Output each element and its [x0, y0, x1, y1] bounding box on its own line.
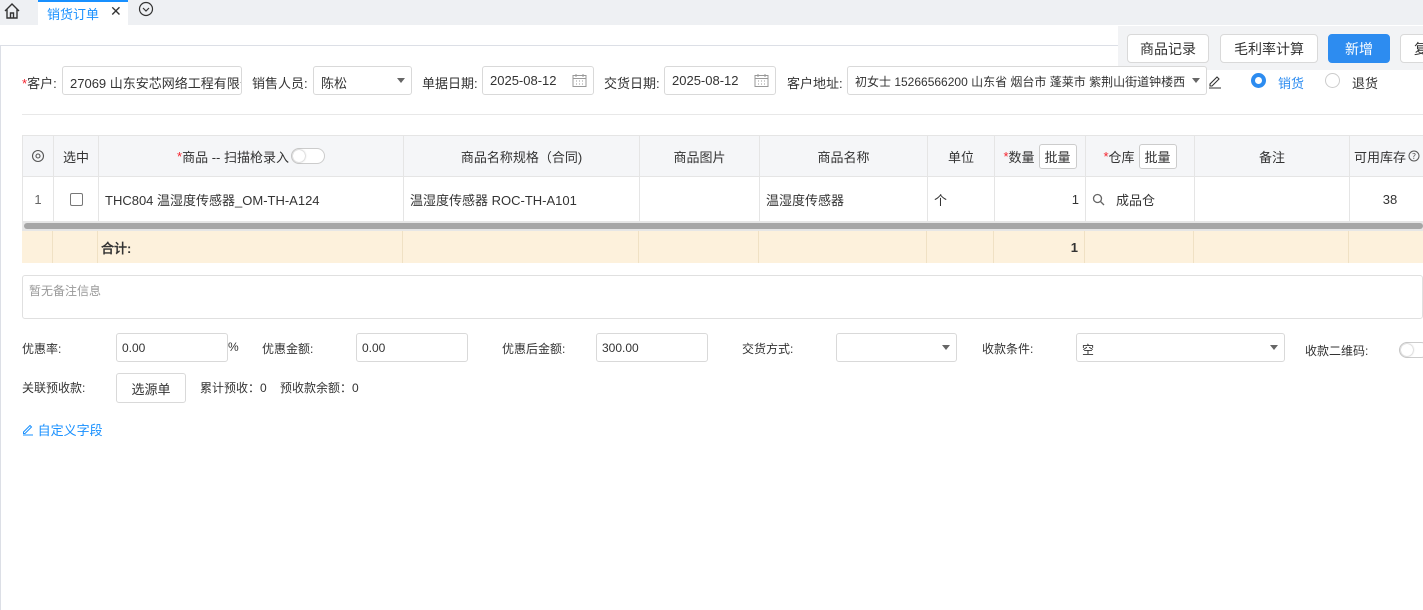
- delivery-method-label: 交货方式:: [742, 342, 794, 356]
- calendar-icon: [572, 74, 587, 87]
- discount-amount-input[interactable]: 0.00: [356, 333, 468, 362]
- prepay-label: 关联预收款:: [22, 381, 86, 395]
- discount-rate-input[interactable]: 0.00: [116, 333, 228, 362]
- margin-calc-button[interactable]: 毛利率计算: [1220, 34, 1318, 63]
- payment-terms-select[interactable]: 空: [1076, 333, 1285, 362]
- row-index: 1: [23, 177, 54, 221]
- chevron-down-icon: [1192, 78, 1200, 83]
- order-date-label: 单据日期:: [422, 76, 478, 91]
- header-qty: * 数量 批量: [995, 136, 1086, 176]
- custom-fields-link[interactable]: 自定义字段: [22, 420, 103, 439]
- table-header: 选中 * 商品 -- 扫描枪录入 商品名称规格（合同) 商品图片 商品名称 单位 …: [22, 135, 1423, 177]
- percent-label: %: [228, 340, 239, 354]
- row-remark[interactable]: [1195, 177, 1350, 221]
- payment-terms-label: 收款条件:: [982, 342, 1034, 356]
- row-product[interactable]: THC804 温湿度传感器_OM-TH-A124: [99, 177, 404, 221]
- row-warehouse[interactable]: 成品仓: [1086, 177, 1195, 221]
- header-spec: 商品名称规格（合同): [404, 136, 640, 176]
- salesperson-label: 销售人员:: [252, 76, 308, 91]
- qr-toggle[interactable]: [1399, 342, 1423, 358]
- tab-label: 销货订单: [47, 7, 100, 22]
- radio-sale-label: 销货: [1278, 76, 1305, 91]
- row-spec[interactable]: 温湿度传感器 ROC-TH-A101: [404, 177, 640, 221]
- chevron-down-circle-icon[interactable]: [138, 1, 154, 17]
- after-discount-label: 优惠后金额:: [502, 342, 566, 356]
- scrollbar-thumb[interactable]: [24, 223, 1423, 229]
- row-checkbox[interactable]: [54, 177, 99, 221]
- chevron-down-icon: [1270, 345, 1278, 350]
- address-select[interactable]: 初女士 15266566200 山东省 烟台市 蓬莱市 紫荆山街道钟楼西: [847, 66, 1207, 95]
- header-remark: 备注: [1195, 136, 1350, 176]
- chevron-down-icon: [397, 78, 405, 83]
- select-source-button[interactable]: 选源单: [116, 373, 186, 403]
- delivery-method-select[interactable]: [836, 333, 957, 362]
- cumulative-prepay: 累计预收：0: [200, 381, 267, 395]
- toolbar: 商品记录 毛利率计算 新增 复: [1118, 26, 1423, 70]
- divider: [22, 114, 1423, 115]
- qr-label: 收款二维码:: [1305, 344, 1369, 358]
- header-select: 选中: [54, 136, 99, 176]
- table-row[interactable]: 1 THC804 温湿度传感器_OM-TH-A124 温湿度传感器 ROC-TH…: [22, 177, 1423, 221]
- header-unit: 单位: [928, 136, 995, 176]
- content-frame: [0, 45, 1423, 610]
- edit-icon: [23, 424, 33, 436]
- customer-input[interactable]: 27069 山东安芯网络工程有限公司: [62, 66, 242, 95]
- column-settings-icon[interactable]: [23, 136, 54, 176]
- customer-label: *客户:: [22, 76, 57, 91]
- horizontal-scrollbar[interactable]: [22, 221, 1423, 231]
- row-image: [640, 177, 760, 221]
- svg-text:?: ?: [1412, 152, 1416, 161]
- header-warehouse: * 仓库 批量: [1086, 136, 1195, 176]
- total-label: 合计:: [98, 231, 403, 263]
- after-discount-input[interactable]: 300.00: [596, 333, 708, 362]
- radio-sale[interactable]: [1251, 73, 1266, 88]
- header-name: 商品名称: [760, 136, 928, 176]
- address-label: 客户地址:: [787, 76, 843, 91]
- copy-button[interactable]: 复: [1400, 34, 1423, 63]
- delivery-date-label: 交货日期:: [604, 76, 660, 91]
- total-row: 合计: 1: [22, 231, 1423, 263]
- scanner-toggle[interactable]: [290, 148, 325, 164]
- row-name: 温湿度传感器: [760, 177, 928, 221]
- batch-qty-button[interactable]: 批量: [1038, 143, 1077, 169]
- row-stock: 38: [1382, 191, 1398, 207]
- help-icon[interactable]: ?: [1408, 150, 1420, 162]
- add-button[interactable]: 新增: [1328, 34, 1390, 63]
- remark-textarea[interactable]: 暂无备注信息: [22, 275, 1423, 319]
- tab-sales-order[interactable]: 销货订单 ✕: [38, 0, 128, 25]
- delivery-date-input[interactable]: 2025-08-12: [664, 66, 776, 95]
- row-unit: 个: [928, 177, 995, 221]
- order-date-input[interactable]: 2025-08-12: [482, 66, 594, 95]
- product-record-button[interactable]: 商品记录: [1127, 34, 1209, 63]
- total-qty: 1: [994, 231, 1085, 263]
- batch-warehouse-button[interactable]: 批量: [1138, 143, 1177, 169]
- header-stock: 可用库存 ?: [1350, 136, 1423, 176]
- chevron-down-icon: [942, 345, 950, 350]
- edit-icon[interactable]: [1208, 75, 1222, 89]
- radio-return-label: 退货: [1352, 76, 1379, 91]
- home-icon[interactable]: [0, 0, 24, 22]
- radio-return[interactable]: [1325, 73, 1340, 88]
- row-qty[interactable]: 1: [995, 177, 1086, 221]
- discount-rate-label: 优惠率:: [22, 342, 62, 356]
- search-icon[interactable]: [1092, 193, 1105, 206]
- discount-amount-label: 优惠金额:: [262, 342, 314, 356]
- close-icon[interactable]: ✕: [110, 3, 122, 20]
- header-image: 商品图片: [640, 136, 760, 176]
- calendar-icon: [754, 74, 769, 87]
- prepay-balance: 预收款余额：0: [280, 381, 359, 395]
- tab-bar: 销货订单 ✕: [0, 0, 1423, 25]
- header-product: * 商品 -- 扫描枪录入: [99, 136, 404, 176]
- salesperson-select[interactable]: 陈松: [313, 66, 412, 95]
